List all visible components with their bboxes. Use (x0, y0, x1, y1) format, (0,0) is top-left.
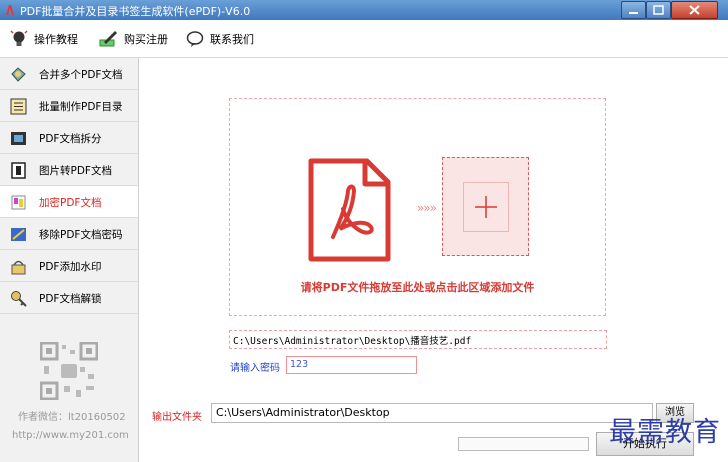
close-button[interactable] (671, 1, 718, 19)
buy-register-label: 购买注册 (124, 33, 168, 46)
remove-password-icon (11, 228, 26, 241)
pen-sign-icon (99, 31, 117, 47)
contact-us-label: 联系我们 (210, 33, 254, 46)
sidebar: 合并多个PDF文档 批量制作PDF目录 PDF文档拆分 图片转PDF文档 加密P… (0, 58, 139, 462)
sidebar-item-label: PDF文档解锁 (39, 293, 102, 305)
sidebar-item-unlock[interactable]: PDF文档解锁 (0, 282, 138, 314)
encrypt-icon (11, 195, 26, 210)
output-folder-label: 输出文件夹 (152, 412, 202, 423)
selected-file-path[interactable]: C:\Users\Administrator\Desktop\播音技艺.pdf (229, 330, 607, 349)
sidebar-item-label: 移除PDF文档密码 (39, 229, 123, 241)
help-tutorial-button[interactable]: 操作教程 (10, 29, 78, 49)
arrows-indicator: »»» (417, 201, 437, 215)
title-bar: PDF批量合并及目录书签生成软件(ePDF)-V6.0 (0, 0, 728, 20)
help-tutorial-label: 操作教程 (34, 33, 78, 46)
watermark-icon (11, 260, 26, 275)
password-label: 请输入密码 (230, 363, 280, 374)
progress-bar (458, 437, 589, 451)
contact-us-button[interactable]: 联系我们 (186, 29, 254, 49)
app-icon (6, 5, 14, 15)
window-title: PDF批量合并及目录书签生成软件(ePDF)-V6.0 (20, 5, 251, 18)
sidebar-item-label: PDF添加水印 (39, 261, 102, 273)
sidebar-item-toc[interactable]: 批量制作PDF目录 (0, 90, 138, 122)
drop-hint-text: 请将PDF文件拖放至此处或点击此区域添加文件 (300, 281, 535, 294)
sidebar-item-merge[interactable]: 合并多个PDF文档 (0, 58, 138, 90)
sidebar-item-label: 批量制作PDF目录 (39, 101, 123, 113)
chat-bubble-icon (186, 31, 204, 47)
sidebar-item-label: 加密PDF文档 (39, 197, 102, 209)
watermark-text: 最需教育 (609, 417, 721, 448)
password-input[interactable]: 123 (286, 356, 417, 374)
lightbulb-icon (10, 30, 28, 46)
sidebar-item-label: 合并多个PDF文档 (39, 69, 123, 81)
add-file-button[interactable] (442, 157, 529, 256)
close-icon (689, 5, 700, 15)
split-icon (11, 132, 26, 145)
toc-icon (10, 98, 27, 115)
sidebar-item-label: 图片转PDF文档 (39, 165, 112, 177)
minimize-button[interactable] (621, 1, 646, 19)
sidebar-item-split[interactable]: PDF文档拆分 (0, 122, 138, 154)
plus-icon (475, 196, 497, 218)
buy-register-button[interactable]: 购买注册 (98, 29, 168, 49)
website-url-text: http://www.my201.com (12, 430, 129, 441)
maximize-icon (653, 5, 664, 15)
sidebar-item-watermark[interactable]: PDF添加水印 (0, 250, 138, 282)
image-to-pdf-icon (11, 162, 26, 179)
pdf-drop-zone[interactable]: »»» 请将PDF文件拖放至此处或点击此区域添加文件 (229, 98, 606, 316)
sidebar-item-label: PDF文档拆分 (39, 133, 102, 145)
sidebar-item-remove-password[interactable]: 移除PDF文档密码 (0, 218, 138, 250)
maximize-button[interactable] (646, 1, 671, 19)
pdf-file-icon (308, 158, 391, 262)
unlock-icon (11, 291, 27, 307)
merge-icon (11, 67, 26, 82)
output-folder-input[interactable]: C:\Users\Administrator\Desktop (211, 403, 653, 423)
qr-code-image (40, 342, 98, 400)
toolbar: 操作教程 购买注册 联系我们 (0, 21, 728, 58)
author-wechat-text: 作者微信：lt20160502 (18, 412, 126, 423)
minimize-icon (629, 12, 638, 14)
sidebar-item-encrypt[interactable]: 加密PDF文档 (0, 186, 138, 218)
sidebar-item-image-to-pdf[interactable]: 图片转PDF文档 (0, 154, 138, 186)
